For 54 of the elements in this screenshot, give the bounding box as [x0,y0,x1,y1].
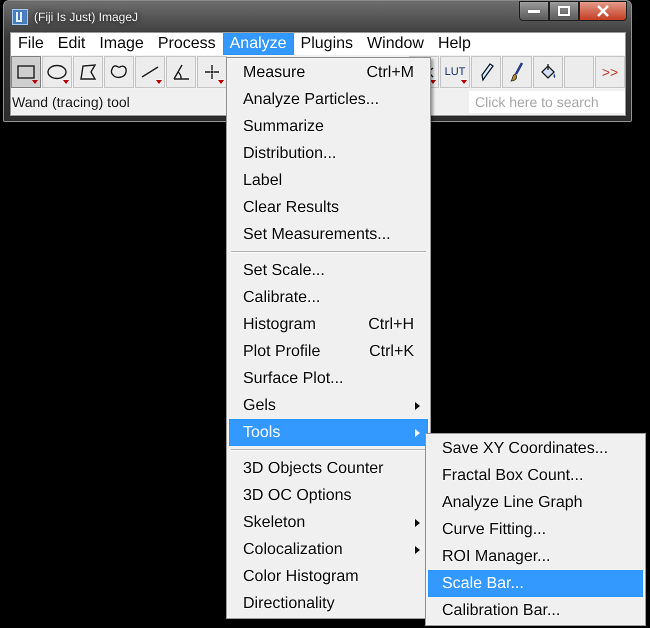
tool-button[interactable] [502,56,532,88]
menu-item[interactable]: Label [229,167,428,194]
tool-button[interactable] [73,56,103,88]
menu-item[interactable]: Clear Results [229,194,428,221]
minimize-button[interactable] [519,1,549,21]
menu-bar-item[interactable]: Edit [50,33,92,55]
menu-item[interactable]: Set Measurements... [229,221,428,248]
menu-bar-item[interactable]: Process [150,33,223,55]
search-field[interactable]: Click here to search [469,91,625,113]
menu-item[interactable]: Distribution... [229,140,428,167]
tool-button[interactable] [166,56,196,88]
lut-button[interactable]: LUT [440,56,470,88]
tool-button[interactable] [471,56,501,88]
menu-item[interactable]: Set Scale... [229,257,428,284]
menu-item[interactable]: Calibration Bar... [428,597,643,624]
menu-item[interactable]: Color Histogram [229,563,428,590]
menu-bar-item[interactable]: Plugins [294,33,360,55]
close-button[interactable] [579,1,627,21]
tool-button[interactable] [533,56,563,88]
minimize-icon [528,8,540,14]
menu-item[interactable]: 3D Objects Counter [229,455,428,482]
menu-item[interactable]: Curve Fitting... [428,516,643,543]
tool-button[interactable] [42,56,72,88]
menu-bar-item[interactable]: Image [92,33,151,55]
menu-item[interactable]: Summarize [229,113,428,140]
close-icon [597,5,609,17]
menu-item[interactable]: Calibrate... [229,284,428,311]
menu-item[interactable]: Skeleton [229,509,428,536]
maximize-icon [558,6,570,16]
menu-item[interactable]: 3D OC Options [229,482,428,509]
menu-bar-item[interactable]: Help [430,33,478,55]
maximize-button[interactable] [549,1,579,21]
menu-item[interactable]: Colocalization [229,536,428,563]
menu-item[interactable]: Save XY Coordinates... [428,435,643,462]
menu-item[interactable]: Analyze Particles... [229,86,428,113]
app-icon [12,8,28,24]
menu-bar-item[interactable]: Window [360,33,431,55]
tool-button[interactable] [11,56,41,88]
tool-button[interactable] [135,56,165,88]
more-tools-button[interactable]: >> [595,56,625,88]
status-text: Wand (tracing) tool [11,94,130,110]
menu-item[interactable]: Gels [229,392,428,419]
menu-item[interactable]: Directionality [229,590,428,617]
menu-item[interactable]: Analyze Line Graph [428,489,643,516]
tool-button[interactable] [197,56,227,88]
menu-item[interactable]: ROI Manager... [428,543,643,570]
menu-bar-item[interactable]: File [11,33,51,55]
menu-item[interactable]: Surface Plot... [229,365,428,392]
menu-item[interactable]: Fractal Box Count... [428,462,643,489]
menu-item[interactable]: Measure Ctrl+M [229,59,428,86]
tool-button[interactable] [104,56,134,88]
window-title: (Fiji Is Just) ImageJ [34,10,138,24]
menu-item[interactable]: Histogram Ctrl+H [229,311,428,338]
menu-item[interactable]: Plot Profile Ctrl+K [229,338,428,365]
